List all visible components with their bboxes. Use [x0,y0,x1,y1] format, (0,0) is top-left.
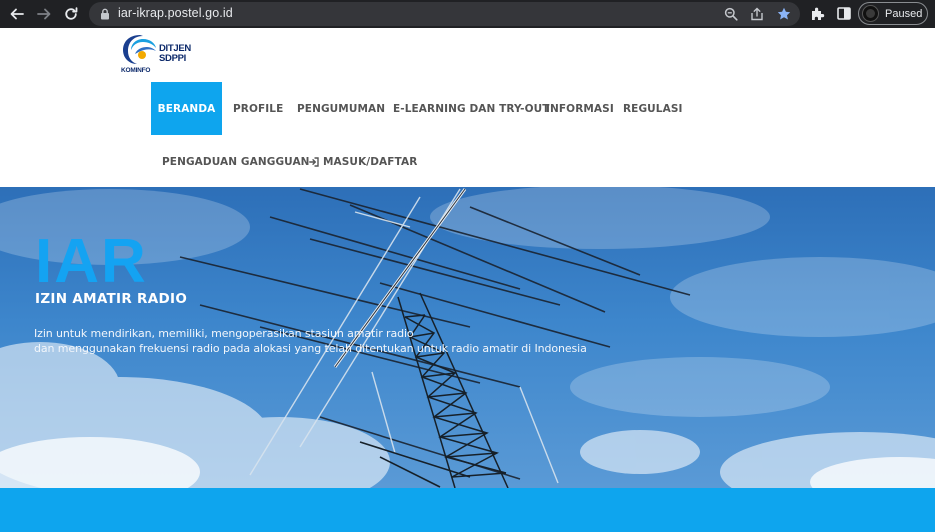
profile-button[interactable]: Paused [858,2,928,25]
bookmark-star-icon[interactable] [777,7,791,21]
arrow-right-icon [37,8,51,20]
section-band [0,488,935,532]
nav-item-pengumuman[interactable]: PENGUMUMAN [297,82,385,135]
reload-icon [65,7,78,20]
profile-status: Paused [885,7,923,20]
url-text: iar-ikrap.postel.go.id [118,6,233,20]
nav-item-beranda[interactable]: BERANDA [151,82,222,135]
address-bar[interactable]: iar-ikrap.postel.go.id [89,2,800,26]
hero-title: IAR [35,227,148,296]
nav-item-regulasi[interactable]: REGULASI [623,82,683,135]
site-header: DITJEN SDPPI KOMINFO BERANDA PROFILE PEN… [0,28,935,187]
reload-button[interactable] [61,4,81,24]
side-panel-icon[interactable] [837,7,851,20]
browser-toolbar: iar-ikrap.postel.go.id Paused [0,0,935,28]
share-icon[interactable] [750,7,764,21]
arrow-left-icon [10,8,24,20]
brand-title: DITJEN SDPPI [159,43,191,64]
back-button[interactable] [7,4,27,24]
site-logo[interactable]: DITJEN SDPPI KOMINFO [119,33,199,77]
nav-item-profile[interactable]: PROFILE [233,82,283,135]
nav-item-pengaduan-gangguan[interactable]: PENGADUAN GANGGUAN [162,135,310,188]
hero-description: Izin untuk mendirikan, memiliki, mengope… [34,327,587,355]
forward-button[interactable] [34,4,54,24]
extensions-icon[interactable] [810,6,825,21]
nav-item-masuk-daftar[interactable]: MASUK/DAFTAR [309,135,417,188]
hero-subtitle: IZIN AMATIR RADIO [35,291,188,307]
hero-banner: IAR IZIN AMATIR RADIO Izin untuk mendiri… [0,187,935,488]
brand-org: KOMINFO [121,67,151,74]
zoom-icon[interactable] [724,7,738,21]
avatar [862,5,879,22]
logo-swirl-icon [123,35,156,64]
lock-icon [101,8,109,20]
sign-in-icon [309,156,319,167]
nav-item-informasi[interactable]: INFORMASI [546,82,614,135]
nav-item-e-learning[interactable]: E-LEARNING DAN TRY-OUT [393,82,550,135]
